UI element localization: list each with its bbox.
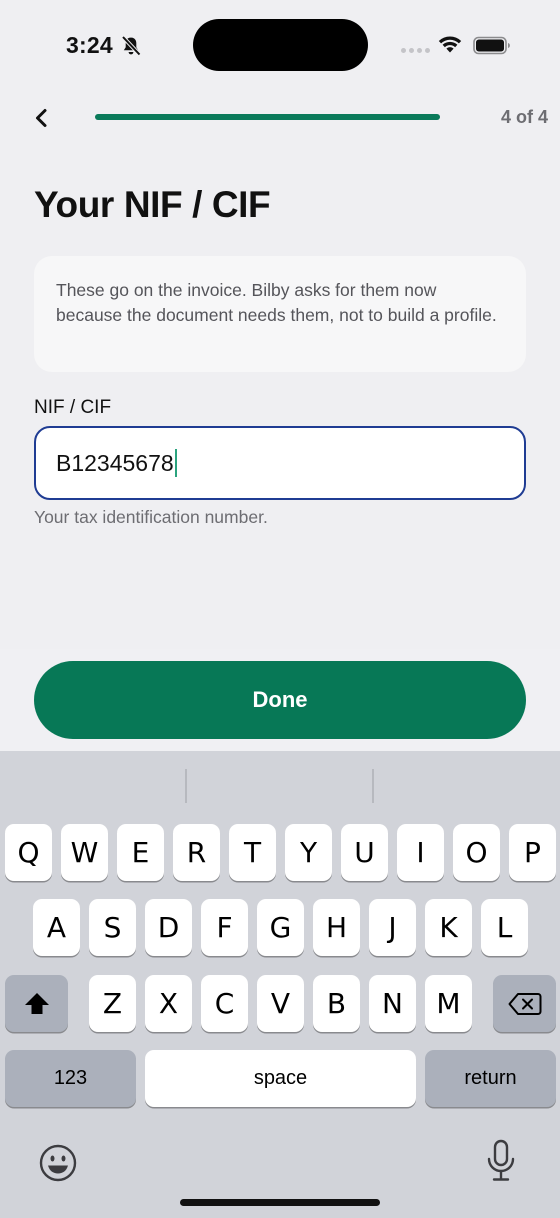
wifi-icon <box>438 36 462 53</box>
step-counter: 4 of 4 <box>500 107 548 127</box>
key-r[interactable]: R <box>173 824 220 881</box>
status-bar: 3:24 <box>0 0 560 92</box>
bell-muted-icon <box>121 35 141 56</box>
nif-input[interactable]: B12345678 <box>34 426 526 500</box>
info-text: These go on the invoice. Bilby asks for … <box>56 280 497 325</box>
cellular-signal-icon <box>401 48 430 54</box>
key-g[interactable]: G <box>257 899 304 956</box>
nif-field-label: NIF / CIF <box>34 397 112 418</box>
dynamic-island <box>193 19 368 71</box>
info-card: These go on the invoice. Bilby asks for … <box>34 256 526 372</box>
text-caret <box>174 449 178 477</box>
key-z[interactable]: Z <box>89 975 136 1032</box>
key-d[interactable]: D <box>145 899 192 956</box>
key-h[interactable]: H <box>313 899 360 956</box>
emoji-icon[interactable] <box>38 1143 78 1183</box>
key-x[interactable]: X <box>145 975 192 1032</box>
page-title: Your NIF / CIF <box>34 184 271 225</box>
key-l[interactable]: L <box>481 899 528 956</box>
shift-icon <box>24 992 49 1014</box>
key-o[interactable]: O <box>453 824 500 881</box>
status-time: 3:24 <box>66 32 113 58</box>
key-v[interactable]: V <box>257 975 304 1032</box>
key-s[interactable]: S <box>89 899 136 956</box>
key-e[interactable]: E <box>117 824 164 881</box>
key-c[interactable]: C <box>201 975 248 1032</box>
key-b[interactable]: B <box>313 975 360 1032</box>
done-button[interactable]: Done <box>34 661 526 739</box>
key-u[interactable]: U <box>341 824 388 881</box>
key-p[interactable]: P <box>509 824 556 881</box>
key-n[interactable]: N <box>369 975 416 1032</box>
key-q[interactable]: Q <box>5 824 52 881</box>
key-i[interactable]: I <box>397 824 444 881</box>
progress-bar <box>95 114 440 120</box>
key-k[interactable]: K <box>425 899 472 956</box>
key-a[interactable]: A <box>33 899 80 956</box>
key-y[interactable]: Y <box>285 824 332 881</box>
numbers-key[interactable]: 123 <box>5 1050 136 1107</box>
progress-fill <box>95 114 440 120</box>
backspace-icon <box>508 992 541 1015</box>
suggestion-divider <box>185 769 187 803</box>
key-m[interactable]: M <box>425 975 472 1032</box>
battery-icon <box>473 36 510 55</box>
suggestion-divider <box>372 769 374 803</box>
microphone-icon[interactable] <box>484 1139 518 1183</box>
bottom-action-bar: Done <box>0 649 560 751</box>
nif-helper-text: Your tax identification number. <box>34 507 268 527</box>
key-j[interactable]: J <box>369 899 416 956</box>
key-t[interactable]: T <box>229 824 276 881</box>
space-key[interactable]: space <box>145 1050 416 1107</box>
return-key[interactable]: return <box>425 1050 556 1107</box>
nif-input-value: B12345678 <box>56 449 174 476</box>
key-w[interactable]: W <box>61 824 108 881</box>
home-indicator <box>180 1199 380 1206</box>
key-f[interactable]: F <box>201 899 248 956</box>
backspace-key[interactable] <box>493 975 556 1032</box>
shift-key[interactable] <box>5 975 68 1032</box>
onscreen-keyboard: 123 space return QWERTYUIOP ASDFGHJKL ZXCV… <box>0 751 560 1218</box>
back-chevron-icon[interactable] <box>24 100 60 136</box>
